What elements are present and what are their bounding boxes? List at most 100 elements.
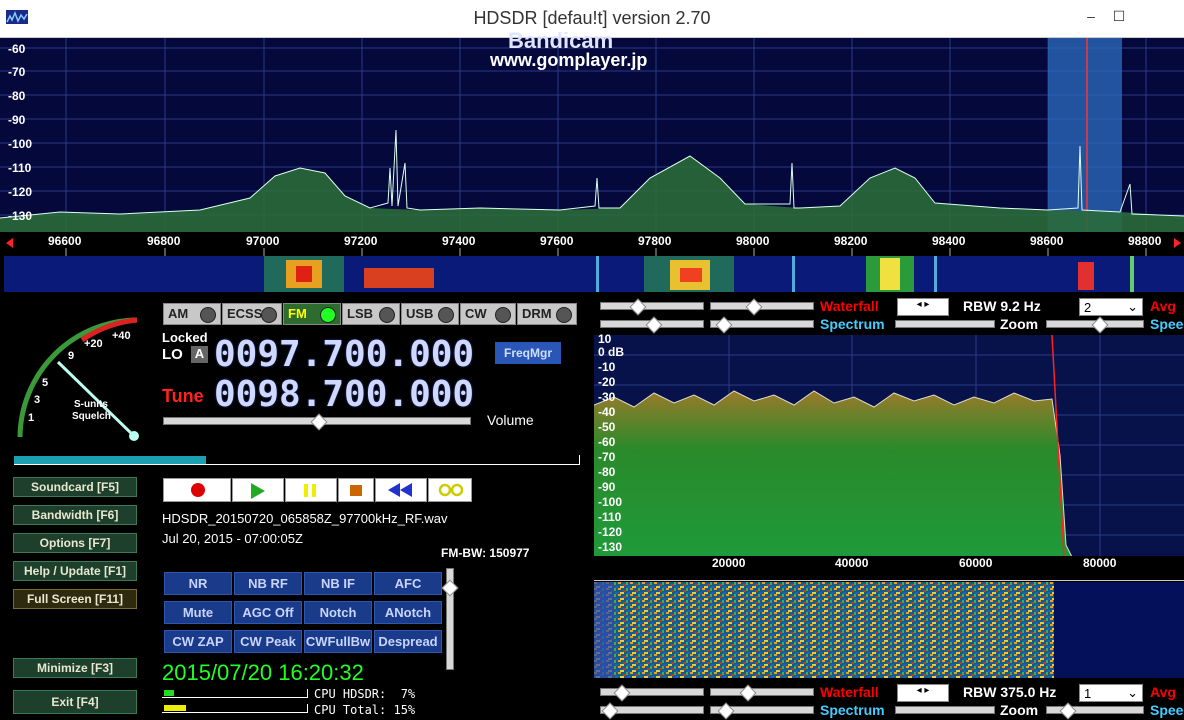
notch-button[interactable]: Notch — [304, 601, 372, 624]
stop-button[interactable] — [338, 478, 374, 502]
cpu-total-text: CPU Total: 15% — [314, 703, 416, 717]
af-speed-label: Spee — [1150, 316, 1184, 332]
loop-icon — [438, 483, 464, 497]
despread-button[interactable]: Despread — [374, 630, 442, 653]
loop-button[interactable] — [428, 478, 472, 502]
squelch-level — [14, 456, 206, 464]
af-y-label: -100 — [598, 495, 623, 509]
cw-zap-button[interactable]: CW ZAP — [164, 630, 232, 653]
y-label: -80 — [8, 89, 26, 103]
rewind-button[interactable] — [375, 478, 427, 502]
pause-icon — [304, 484, 308, 497]
freq-label: 97200 — [344, 234, 378, 248]
lower-waterfall-stepper[interactable]: ◂ ▸ — [897, 684, 949, 702]
full-screen-button[interactable]: Full Screen [F11] — [13, 589, 137, 609]
freqmgr-button[interactable]: FreqMgr — [495, 342, 561, 364]
fm-bandwidth-label: FM-BW: 150977 — [441, 546, 530, 560]
volume-label: Volume — [487, 412, 534, 428]
cw-fullbw-button[interactable]: CWFullBw — [304, 630, 372, 653]
squelch-bar[interactable] — [14, 455, 580, 465]
af-zoom-slider[interactable] — [895, 320, 995, 328]
maximize-window-button[interactable]: ☐ — [1104, 4, 1134, 28]
mode-am-button[interactable]: AM — [163, 303, 221, 325]
stop-icon — [350, 485, 362, 496]
freq-label: 98200 — [834, 234, 868, 248]
mute-button[interactable]: Mute — [164, 601, 232, 624]
af-y-label: -50 — [598, 420, 616, 434]
rf-spectrum-display[interactable]: -60 -70 -80 -90 -100 -110 -120 -130 Band… — [0, 28, 1184, 232]
freq-label: 97400 — [442, 234, 476, 248]
nb-if-button[interactable]: NB IF — [304, 572, 372, 595]
nr-button[interactable]: NR — [164, 572, 232, 595]
anotch-button[interactable]: ANotch — [374, 601, 442, 624]
af-waterfall-slider-1[interactable] — [600, 302, 704, 310]
lower-zoom-label: Zoom — [1000, 702, 1039, 718]
mode-cw-button[interactable]: CW — [460, 303, 516, 325]
play-icon — [251, 483, 265, 499]
rf-frequency-scale[interactable]: 96600 96800 97000 97200 97400 97600 9780… — [0, 232, 1184, 256]
exit-button[interactable]: Exit [F4] — [13, 690, 137, 714]
s-scale-plus20: +20 — [84, 338, 103, 350]
mode-fm-button[interactable]: FM — [283, 303, 341, 325]
af-y-label: -120 — [598, 525, 623, 539]
scroll-left-icon[interactable] — [6, 238, 13, 248]
freq-label: 96800 — [147, 234, 181, 248]
freq-ticks — [65, 248, 1147, 256]
mode-lsb-button[interactable]: LSB — [342, 303, 400, 325]
af-x-label: 80000 — [1083, 556, 1117, 570]
cpu-hdsdr-bar — [162, 689, 308, 698]
record-button[interactable] — [163, 478, 231, 502]
af-waterfall-stepper[interactable]: ◂ ▸ — [897, 298, 949, 316]
lower-speed-label: Spee — [1150, 702, 1184, 718]
s-scale-3: 3 — [34, 394, 41, 406]
tune-frequency[interactable]: 0098.700.000 — [214, 374, 474, 415]
mode-usb-button[interactable]: USB — [401, 303, 459, 325]
af-y-label: 0 dB — [598, 345, 625, 359]
af-average-select[interactable]: 2 ⌄ — [1079, 298, 1143, 316]
y-label: -60 — [8, 42, 26, 56]
mode-ecss-button[interactable]: ECSS — [222, 303, 282, 325]
close-window-button[interactable]: ✕ — [1146, 4, 1176, 28]
freq-label: 97600 — [540, 234, 574, 248]
af-waterfall-label: Waterfall — [820, 298, 879, 314]
lower-waterfall-label: Waterfall — [820, 684, 879, 700]
agc-button[interactable]: AGC Off — [234, 601, 302, 624]
af-y-label: -130 — [598, 540, 623, 554]
s-scale-plus40: +40 — [112, 330, 131, 342]
af-y-label: -110 — [598, 510, 622, 524]
freq-label: 98800 — [1128, 234, 1162, 248]
af-y-label: -10 — [598, 360, 616, 374]
freq-label: 98400 — [932, 234, 966, 248]
minimize-window-button[interactable]: – — [1076, 4, 1106, 28]
afc-button[interactable]: AFC — [374, 572, 442, 595]
af-waterfall-image — [594, 582, 1184, 678]
options-button[interactable]: Options [F7] — [13, 533, 137, 553]
pause-button[interactable] — [285, 478, 337, 502]
lower-zoom-slider[interactable] — [895, 706, 995, 714]
minimize-button[interactable]: Minimize [F3] — [13, 658, 137, 678]
soundcard-button[interactable]: Soundcard [F5] — [13, 477, 137, 497]
lower-avg-label: Avg — [1150, 684, 1176, 700]
lo-a-badge[interactable]: A — [191, 346, 208, 363]
af-spectrum-display[interactable]: 10 0 dB -10 -20 -30 -40 -50 -60 -70 -80 … — [594, 332, 1184, 557]
rf-waterfall-image — [4, 256, 1184, 292]
help-update-button[interactable]: Help / Update [F1] — [13, 561, 137, 581]
mode-drm-button[interactable]: DRM — [517, 303, 577, 325]
s-scale-9: 9 — [68, 350, 75, 362]
rewind-icon — [388, 483, 400, 497]
scroll-right-icon[interactable] — [1174, 238, 1181, 248]
af-frequency-scale[interactable]: 20000 40000 60000 80000 — [594, 556, 1184, 582]
play-button[interactable] — [232, 478, 284, 502]
af-waterfall[interactable] — [594, 582, 1184, 678]
af-avg-label: Avg — [1150, 298, 1176, 314]
nb-rf-button[interactable]: NB RF — [234, 572, 302, 595]
af-zoom-label: Zoom — [1000, 316, 1039, 332]
rf-waterfall[interactable] — [4, 256, 1184, 292]
lo-frequency[interactable]: 0097.700.000 — [214, 334, 474, 375]
lower-waterfall-slider-2[interactable] — [710, 688, 814, 696]
lower-average-select[interactable]: 1 ⌄ — [1079, 684, 1143, 702]
af-y-label: -20 — [598, 375, 616, 389]
bandwidth-button[interactable]: Bandwidth [F6] — [13, 505, 137, 525]
cw-peak-button[interactable]: CW Peak — [234, 630, 302, 653]
window-title: HDSDR [defau!t] version 2.70 — [473, 8, 711, 28]
